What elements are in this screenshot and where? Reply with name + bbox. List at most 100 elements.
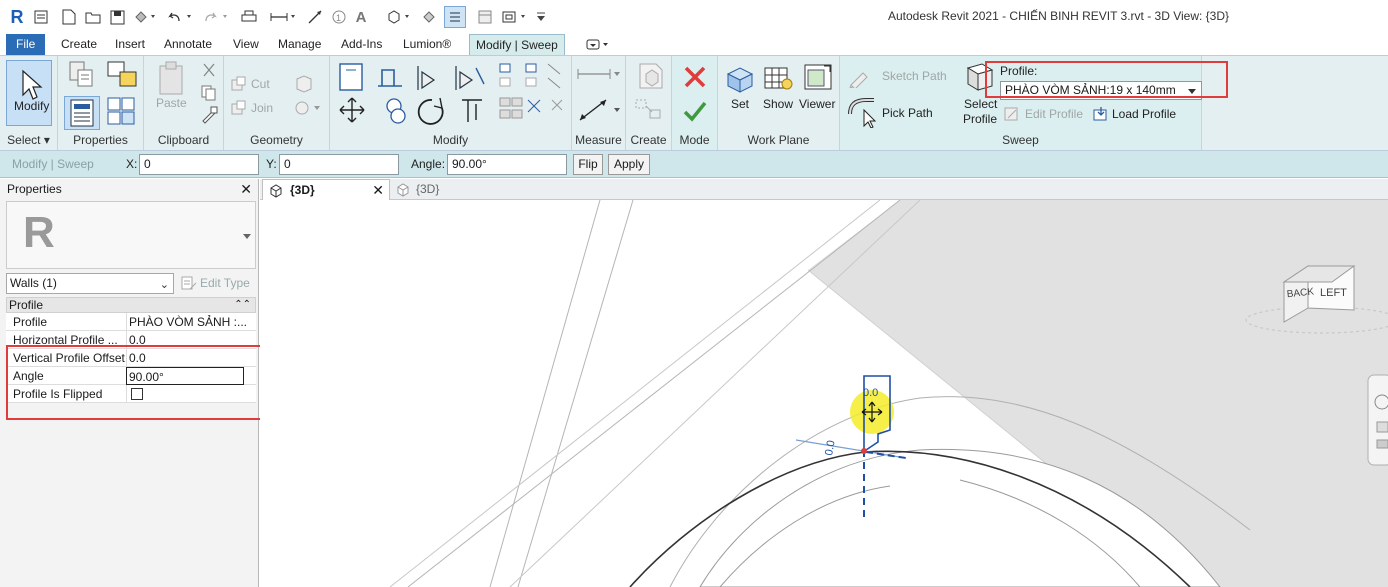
x-input[interactable]: 0	[139, 154, 259, 175]
load-profile-icon[interactable]	[1092, 106, 1110, 122]
properties-toggle-icon[interactable]	[64, 96, 100, 130]
property-row[interactable]: Angle 90.00°	[6, 367, 256, 385]
angle-input[interactable]: 90.00°	[447, 154, 567, 175]
thin-lines-icon[interactable]	[444, 6, 466, 28]
property-row[interactable]: Horizontal Profile ... 0.0	[6, 331, 256, 349]
load-profile-label[interactable]: Load Profile	[1112, 107, 1176, 121]
modify-button[interactable]: Modify	[6, 60, 52, 126]
print-icon[interactable]	[240, 6, 258, 28]
aligned-dimension-icon[interactable]	[306, 6, 324, 28]
revit-logo[interactable]: R	[8, 6, 26, 28]
chevron-down-icon[interactable]	[243, 234, 251, 239]
tag-icon[interactable]: 1	[330, 6, 348, 28]
tab-create[interactable]: Create	[55, 34, 103, 55]
select-profile-label-1[interactable]: Select	[964, 97, 997, 111]
rotated-dimension-label[interactable]: 0.0	[823, 439, 837, 456]
show-workplane-icon[interactable]	[762, 64, 794, 94]
undo-icon[interactable]	[166, 6, 196, 28]
select-profile-icon[interactable]	[962, 60, 996, 94]
split-face-icon[interactable]	[294, 98, 322, 118]
property-row[interactable]: Profile Is Flipped	[6, 385, 256, 403]
measure-qa-icon[interactable]	[268, 6, 300, 28]
angle-property-input[interactable]: 90.00°	[126, 367, 244, 385]
y-input[interactable]: 0	[279, 154, 399, 175]
open-file-icon[interactable]	[84, 6, 102, 28]
property-row[interactable]: Vertical Profile Offset 0.0	[6, 349, 256, 367]
select-panel-label[interactable]: Select ▾	[0, 133, 57, 147]
create-similar-icon[interactable]	[632, 60, 666, 92]
cut-label[interactable]: Cut	[251, 77, 270, 91]
select-profile-label-2[interactable]: Profile	[963, 112, 997, 126]
text-icon[interactable]: A	[352, 6, 370, 28]
set-workplane-icon[interactable]	[724, 64, 754, 94]
property-value[interactable]	[126, 385, 256, 403]
tab-modify-sweep[interactable]: Modify | Sweep	[469, 34, 565, 55]
navigation-bar[interactable]	[1367, 374, 1388, 466]
close-icon[interactable]: ✕	[372, 180, 384, 201]
recent-files-icon[interactable]	[32, 6, 50, 28]
type-preview[interactable]: R	[6, 201, 256, 269]
sketch-path-label[interactable]: Sketch Path	[882, 69, 947, 83]
viewer-icon[interactable]	[802, 62, 834, 94]
set-label[interactable]: Set	[731, 97, 749, 111]
property-value[interactable]: 0.0	[126, 331, 256, 349]
insertion-point[interactable]	[861, 448, 867, 454]
viewer-label[interactable]: Viewer	[799, 97, 835, 111]
property-row[interactable]: Profile PHÀO VÒM SẢNH :...	[6, 313, 256, 331]
close-hidden-windows-icon[interactable]	[476, 6, 494, 28]
switch-windows-icon[interactable]	[500, 6, 530, 28]
ribbon-minimize-icon[interactable]	[585, 38, 611, 52]
viewcube-left-label[interactable]: LEFT	[1320, 287, 1347, 299]
create-group-icon[interactable]	[632, 96, 666, 126]
tab-file[interactable]: File	[6, 34, 46, 55]
flip-button[interactable]: Flip	[573, 154, 603, 175]
measure-between-icon[interactable]	[576, 64, 622, 84]
apply-button[interactable]: Apply	[608, 154, 650, 175]
pick-path-icon[interactable]	[846, 94, 880, 129]
new-file-icon[interactable]	[60, 6, 78, 28]
type-selector-icon[interactable]	[106, 96, 138, 128]
collapse-icon[interactable]: ⌃⌃	[234, 298, 251, 312]
tab-manage[interactable]: Manage	[272, 34, 327, 55]
profile-section-header[interactable]: Profile ⌃⌃	[6, 297, 256, 313]
save-icon[interactable]	[108, 6, 126, 28]
edit-profile-icon[interactable]	[1003, 106, 1021, 122]
cut-geometry-icon[interactable]	[230, 76, 248, 92]
paste-icon[interactable]	[154, 60, 190, 96]
tab-insert[interactable]: Insert	[109, 34, 151, 55]
property-value[interactable]: 0.0	[126, 349, 256, 367]
3d-view-canvas[interactable]: BACK LEFT 0.0 0.0	[260, 200, 1388, 587]
view-tab-3d[interactable]: {3D}	[394, 179, 454, 200]
modify-tools-icons[interactable]	[336, 60, 566, 130]
type-properties-icon[interactable]	[66, 60, 96, 90]
redo-icon[interactable]	[202, 6, 232, 28]
match-type-icon[interactable]	[200, 106, 220, 124]
chevron-down-icon[interactable]	[1188, 89, 1196, 94]
cut-icon[interactable]	[200, 62, 220, 80]
offset-dimension-label[interactable]: 0.0	[863, 387, 878, 399]
copy-icon[interactable]	[200, 84, 220, 102]
pick-path-label[interactable]: Pick Path	[882, 106, 933, 120]
profile-flipped-checkbox[interactable]	[131, 388, 143, 400]
cancel-edit-icon[interactable]	[682, 64, 708, 90]
family-types-icon[interactable]	[106, 60, 138, 90]
tab-view[interactable]: View	[227, 34, 265, 55]
tab-lumion[interactable]: Lumion®	[397, 34, 457, 55]
join-geometry-icon[interactable]	[230, 100, 248, 116]
edit-profile-label[interactable]: Edit Profile	[1025, 107, 1083, 121]
sync-icon[interactable]	[132, 6, 158, 28]
chevron-down-icon[interactable]: ⌄	[160, 276, 169, 295]
join-label[interactable]: Join	[251, 101, 273, 115]
profile-select[interactable]: PHÀO VÒM SẢNH:19 x 140mm	[1000, 81, 1202, 100]
aligned-dimension-ribbon-icon[interactable]	[576, 96, 622, 124]
paste-label[interactable]: Paste	[156, 96, 187, 110]
element-filter-select[interactable]: Walls (1) ⌄	[6, 273, 174, 294]
default-3d-view-icon[interactable]	[384, 6, 416, 28]
close-icon[interactable]: ✕	[240, 181, 252, 198]
edit-type-button[interactable]: Edit Type	[178, 273, 256, 294]
tab-add-ins[interactable]: Add-Ins	[335, 34, 388, 55]
wall-joins-icon[interactable]	[294, 74, 314, 94]
finish-edit-icon[interactable]	[682, 98, 708, 124]
view-tab-3d-active[interactable]: {3D} ✕	[262, 179, 390, 200]
section-icon[interactable]	[420, 6, 438, 28]
